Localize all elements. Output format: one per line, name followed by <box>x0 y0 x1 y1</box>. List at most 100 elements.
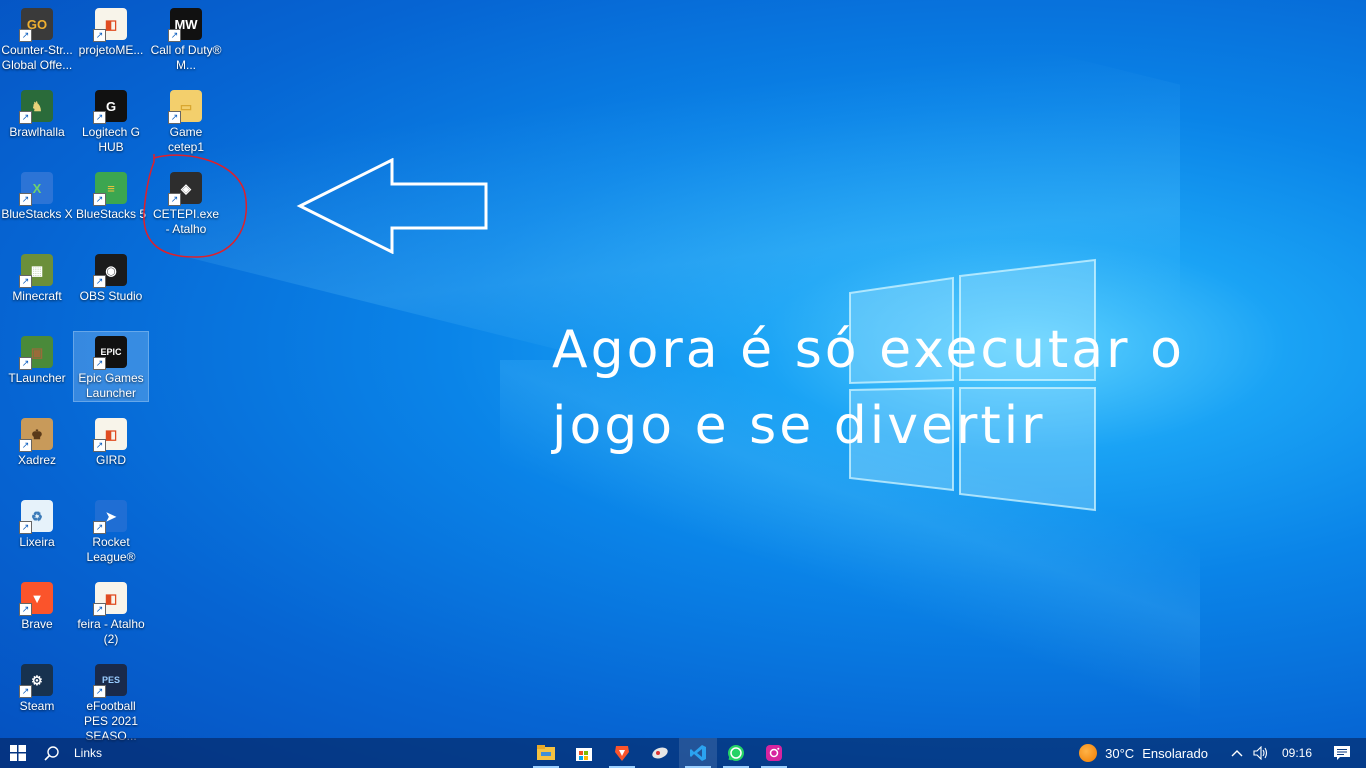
weather-widget[interactable]: 30°C Ensolarado <box>1074 744 1213 762</box>
taskbar-microsoft-store[interactable] <box>565 738 603 768</box>
html-file-icon: ◧ ↗ <box>93 8 127 42</box>
desktop-icon-label: Game cetep1 <box>167 125 205 154</box>
desktop-icon-minecraft[interactable]: ▦ ↗ Minecraft <box>0 250 74 304</box>
html-file-icon: ◧ ↗ <box>93 582 127 616</box>
shortcut-arrow-icon: ↗ <box>93 685 106 698</box>
tlauncher-icon: ▣ ↗ <box>19 336 53 370</box>
shortcut-arrow-icon: ↗ <box>168 193 181 206</box>
sun-icon <box>1079 744 1098 762</box>
instruction-line-1: Agora é só executar o <box>552 320 1185 380</box>
desktop-icon-label: Steam <box>19 699 55 713</box>
shortcut-arrow-icon: ↗ <box>93 193 106 206</box>
start-button[interactable] <box>0 738 36 768</box>
desktop-icon-label: Logitech G HUB <box>81 125 141 154</box>
desktop-icon-html-file[interactable]: ◧ ↗ projetoME... <box>74 4 148 58</box>
desktop-icon-brawlhalla[interactable]: ♞ ↗ Brawlhalla <box>0 86 74 140</box>
shortcut-arrow-icon: ↗ <box>168 29 181 42</box>
shortcut-arrow-icon: ↗ <box>19 685 32 698</box>
desktop-icon-brave[interactable]: ▼ ↗ Brave <box>0 578 74 632</box>
desktop-icon-label: Call of Duty® M... <box>150 43 222 72</box>
taskbar-vscode[interactable] <box>679 738 717 768</box>
whatsapp-icon <box>728 745 744 761</box>
show-hidden-icons-button[interactable] <box>1213 749 1248 757</box>
desktop-icon-html-file[interactable]: ◧ ↗ feira - Atalho (2) <box>74 578 148 647</box>
desktop-icon-label: Brawlhalla <box>9 125 65 139</box>
file-explorer-icon <box>537 745 555 760</box>
shortcut-arrow-icon: ↗ <box>168 111 181 124</box>
taskbar-instagram[interactable] <box>755 738 793 768</box>
app-icon <box>652 747 668 759</box>
taskbar-brave[interactable] <box>603 738 641 768</box>
desktop-icon-label: Brave <box>21 617 53 631</box>
taskbar-search[interactable]: Links <box>36 738 110 768</box>
desktop-icon-tlauncher[interactable]: ▣ ↗ TLauncher <box>0 332 74 386</box>
shortcut-arrow-icon: ↗ <box>93 439 106 452</box>
desktop-icon-rocket-league[interactable]: ➤ ↗ Rocket League® <box>74 496 148 565</box>
desktop-icon-steam[interactable]: ⚙ ↗ Steam <box>0 660 74 714</box>
desktop-icon-label: Xadrez <box>17 453 57 467</box>
rocket-league-icon: ➤ ↗ <box>93 500 127 534</box>
desktop-icon-label: Rocket League® <box>86 535 136 564</box>
shortcut-arrow-icon: ↗ <box>93 521 106 534</box>
desktop-icon-folder[interactable]: ▭ ↗ Game cetep1 <box>149 86 223 155</box>
weather-description: Ensolarado <box>1142 745 1208 761</box>
desktop-icon-html-file[interactable]: ◧ ↗ GIRD <box>74 414 148 468</box>
desktop-icon-recycle-bin[interactable]: ♻ ↗ Lixeira <box>0 496 74 550</box>
windows-start-icon <box>10 745 26 761</box>
microsoft-store-icon <box>576 748 592 761</box>
search-label: Links <box>74 746 103 760</box>
desktop-icon-csgo[interactable]: GO ↗ Counter-Str... Global Offe... <box>0 4 74 73</box>
pes-icon: PES ↗ <box>93 664 127 698</box>
instruction-text: Agora é só executar o jogo e se divertir <box>552 312 1232 464</box>
desktop-icon-logitech[interactable]: G ↗ Logitech G HUB <box>74 86 148 155</box>
desktop-icon-label: projetoME... <box>78 43 144 57</box>
desktop-icon-label: feira - Atalho (2) <box>77 617 145 646</box>
desktop-icon-label: Counter-Str... Global Offe... <box>1 43 73 72</box>
taskbar: Links 30°C Ensolarado 09:16 <box>0 738 1366 768</box>
brave-icon: ▼ ↗ <box>19 582 53 616</box>
desktop-icon-obs[interactable]: ◉ ↗ OBS Studio <box>74 250 148 304</box>
brave-icon <box>615 746 629 761</box>
taskbar-app[interactable] <box>641 738 679 768</box>
taskbar-whatsapp[interactable] <box>717 738 755 768</box>
steam-icon: ⚙ ↗ <box>19 664 53 698</box>
shortcut-arrow-icon: ↗ <box>19 275 32 288</box>
desktop-icon-label: Epic Games Launcher <box>78 371 144 400</box>
shortcut-arrow-icon: ↗ <box>19 603 32 616</box>
desktop-icon-label: CETEPI.exe - Atalho <box>152 207 220 236</box>
desktop-icon-label: GIRD <box>96 453 126 467</box>
vscode-icon <box>690 745 706 761</box>
csgo-icon: GO ↗ <box>19 8 53 42</box>
taskbar-file-explorer[interactable] <box>527 738 565 768</box>
shortcut-arrow-icon: ↗ <box>19 111 32 124</box>
arrow-annotation <box>296 158 488 254</box>
unity-icon: ◈ ↗ <box>168 172 202 206</box>
shortcut-arrow-icon: ↗ <box>93 29 106 42</box>
volume-button[interactable] <box>1248 746 1274 760</box>
taskbar-pinned-apps <box>527 738 793 768</box>
action-center-button[interactable] <box>1326 745 1366 761</box>
shortcut-arrow-icon: ↗ <box>93 111 106 124</box>
desktop-icon-bluestacks[interactable]: ≡ ↗ BlueStacks 5 <box>74 168 148 222</box>
desktop-icon-epic-games[interactable]: EPIC ↗ Epic Games Launcher <box>73 331 149 402</box>
desktop-icon-call-of-duty[interactable]: MW ↗ Call of Duty® M... <box>149 4 223 73</box>
brawlhalla-icon: ♞ ↗ <box>19 90 53 124</box>
chess-icon: ♚ ↗ <box>19 418 53 452</box>
desktop-icon-label: BlueStacks 5 <box>75 207 147 221</box>
system-tray: 30°C Ensolarado 09:16 <box>1074 738 1366 768</box>
speaker-icon <box>1253 746 1268 760</box>
folder-icon: ▭ ↗ <box>168 90 202 124</box>
epic-games-icon: EPIC ↗ <box>93 336 127 370</box>
desktop-icon-pes[interactable]: PES ↗ eFootball PES 2021 SEASO... <box>74 660 148 744</box>
clock[interactable]: 09:16 <box>1274 746 1326 760</box>
bluestacks-x-icon: X ↗ <box>19 172 53 206</box>
desktop-icon-unity[interactable]: ◈ ↗ CETEPI.exe - Atalho <box>149 168 223 237</box>
chevron-up-icon <box>1231 750 1243 757</box>
desktop-icon-bluestacks-x[interactable]: X ↗ BlueStacks X <box>0 168 74 222</box>
search-icon <box>44 746 59 761</box>
instagram-icon <box>766 745 782 761</box>
desktop-icon-chess[interactable]: ♚ ↗ Xadrez <box>0 414 74 468</box>
logitech-icon: G ↗ <box>93 90 127 124</box>
bluestacks-icon: ≡ ↗ <box>93 172 127 206</box>
recycle-bin-icon: ♻ ↗ <box>19 500 53 534</box>
